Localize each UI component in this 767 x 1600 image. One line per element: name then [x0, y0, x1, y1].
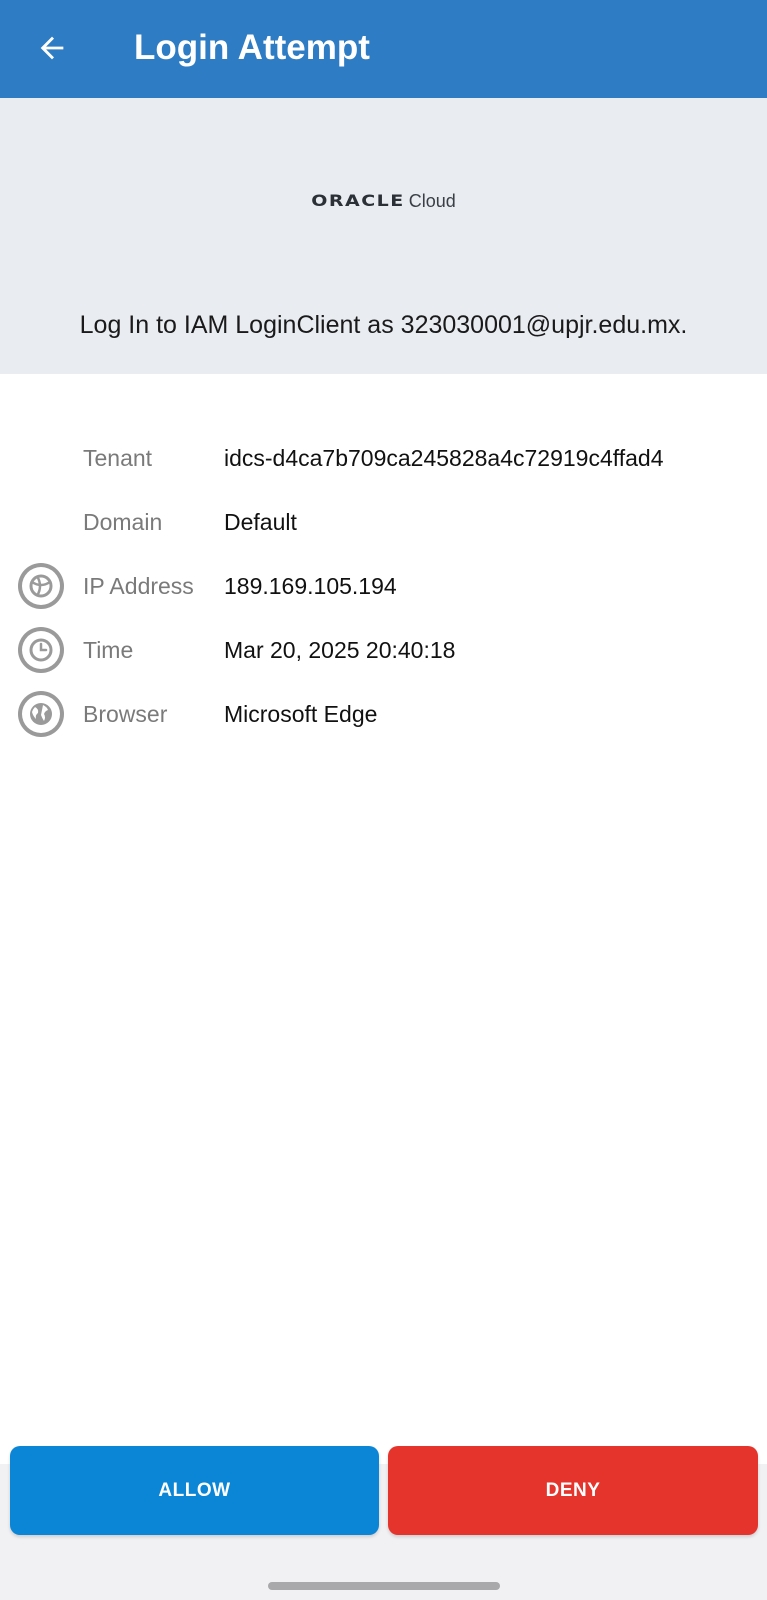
detail-value: Microsoft Edge: [224, 701, 378, 727]
back-button[interactable]: [30, 26, 74, 70]
detail-row-time: Time Mar 20, 2025 20:40:18: [0, 625, 767, 675]
detail-label: IP Address: [83, 573, 194, 599]
arrow-left-icon: [40, 36, 64, 60]
detail-row-tenant: Tenant idcs-d4ca7b709ca245828a4c72919c4f…: [0, 433, 767, 483]
allow-button[interactable]: ALLOW: [10, 1446, 379, 1535]
detail-row-domain: Domain Default: [0, 497, 767, 547]
globe-icon: [18, 691, 64, 737]
oracle-cloud-logo: ORACLE Cloud: [0, 190, 767, 213]
detail-value: Default: [224, 509, 297, 535]
detail-value: Mar 20, 2025 20:40:18: [224, 637, 456, 663]
brand-oracle-text: ORACLE: [311, 191, 405, 211]
detail-label: Browser: [83, 701, 168, 727]
network-icon: [18, 563, 64, 609]
detail-label: Domain: [83, 509, 163, 535]
login-request-header: ORACLE Cloud Log In to IAM LoginClient as…: [0, 98, 767, 374]
detail-value: idcs-d4ca7b709ca245828a4c72919c4ffad4: [224, 445, 664, 471]
login-request-text: Log In to IAM LoginClient as 323030001@u…: [79, 311, 688, 339]
deny-button[interactable]: DENY: [388, 1446, 758, 1535]
detail-value: 189.169.105.194: [224, 573, 397, 599]
app-bar: Login Attempt: [0, 0, 767, 98]
detail-row-browser: Browser Microsoft Edge: [0, 689, 767, 739]
clock-icon: [18, 627, 64, 673]
detail-label: Tenant: [83, 445, 153, 471]
detail-row-ip-address: IP Address 189.169.105.194: [0, 561, 767, 611]
detail-label: Time: [83, 637, 134, 663]
brand-cloud-text: Cloud: [408, 191, 456, 211]
page-title: Login Attempt: [134, 28, 370, 67]
home-indicator[interactable]: [268, 1582, 500, 1590]
